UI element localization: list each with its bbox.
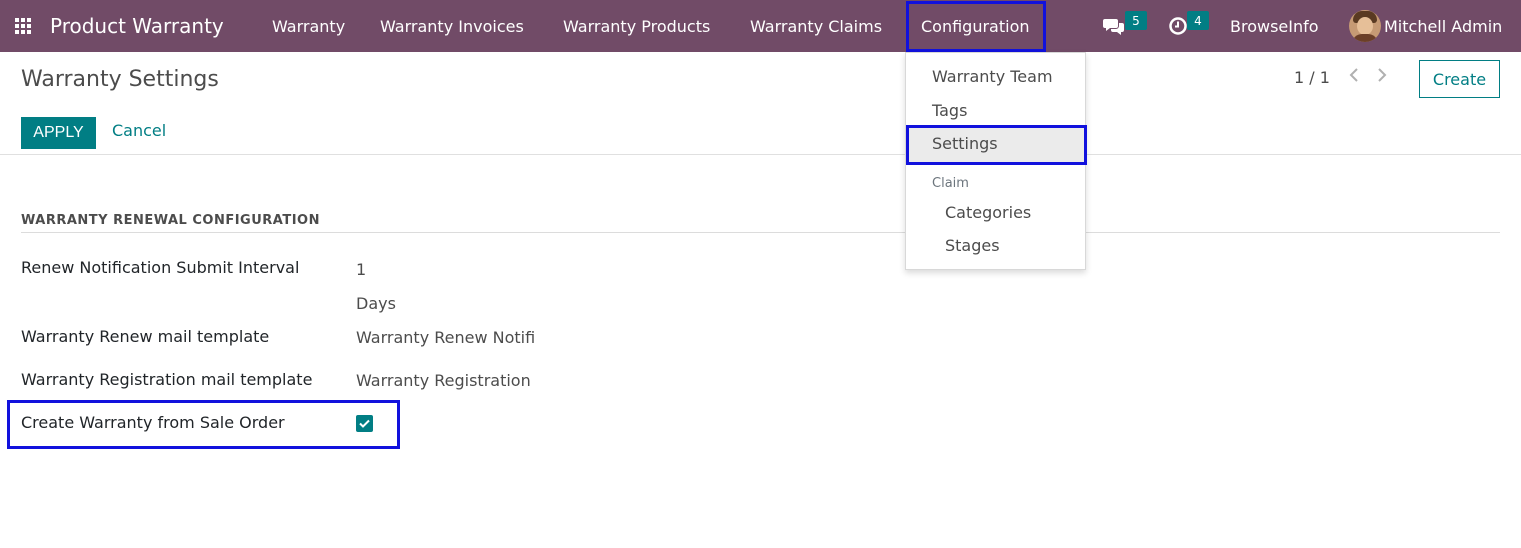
dropdown-item-categories[interactable]: Categories: [945, 203, 1031, 222]
section-title: WARRANTY RENEWAL CONFIGURATION: [21, 213, 320, 228]
dropdown-item-settings[interactable]: Settings: [932, 134, 998, 153]
user-menu[interactable]: Mitchell Admin: [1384, 0, 1502, 52]
renew-interval-input[interactable]: 1: [356, 260, 366, 279]
messages-badge: 5: [1125, 11, 1147, 30]
page-title: Warranty Settings: [21, 67, 219, 92]
field-label-registration-template: Warranty Registration mail template: [21, 370, 313, 389]
pager-previous-icon[interactable]: [1348, 66, 1360, 89]
menu-warranty-products[interactable]: Warranty Products: [563, 0, 710, 52]
menu-warranty-claims[interactable]: Warranty Claims: [750, 0, 882, 52]
field-label-renew-template: Warranty Renew mail template: [21, 327, 270, 346]
registration-template-select[interactable]: Warranty Registration: [356, 371, 531, 390]
activities-icon[interactable]: [1168, 0, 1188, 52]
create-warranty-highlight: [7, 400, 400, 449]
dropdown-item-stages[interactable]: Stages: [945, 236, 1000, 255]
dropdown-item-warranty-team[interactable]: Warranty Team: [932, 67, 1053, 86]
create-button[interactable]: Create: [1419, 60, 1500, 98]
pager-next-icon[interactable]: [1376, 66, 1388, 89]
renew-interval-unit: Days: [356, 294, 396, 313]
section-divider: [21, 232, 1500, 233]
activities-badge: 4: [1187, 11, 1209, 30]
user-avatar[interactable]: [1349, 10, 1381, 42]
configuration-dropdown: Warranty Team Tags Settings Claim Catego…: [905, 52, 1087, 270]
top-navbar: Product Warranty Warranty Warranty Invoi…: [0, 0, 1521, 52]
control-panel-divider: [0, 154, 1521, 155]
configuration-highlight: [906, 1, 1046, 52]
company-switcher[interactable]: BrowseInfo: [1230, 0, 1319, 52]
dropdown-item-tags[interactable]: Tags: [932, 101, 967, 120]
cancel-button[interactable]: Cancel: [112, 121, 166, 140]
messages-icon[interactable]: [1103, 0, 1125, 52]
app-brand[interactable]: Product Warranty: [50, 0, 224, 52]
apps-menu-icon[interactable]: [15, 0, 35, 52]
dropdown-group-claim: Claim: [932, 176, 969, 191]
field-label-renew-interval: Renew Notification Submit Interval: [21, 258, 300, 277]
menu-warranty[interactable]: Warranty: [272, 0, 345, 52]
pager-value[interactable]: 1 / 1: [1294, 68, 1330, 87]
menu-warranty-invoices[interactable]: Warranty Invoices: [380, 0, 524, 52]
apply-button[interactable]: APPLY: [21, 117, 96, 149]
renew-template-select[interactable]: Warranty Renew Notifi: [356, 328, 535, 347]
